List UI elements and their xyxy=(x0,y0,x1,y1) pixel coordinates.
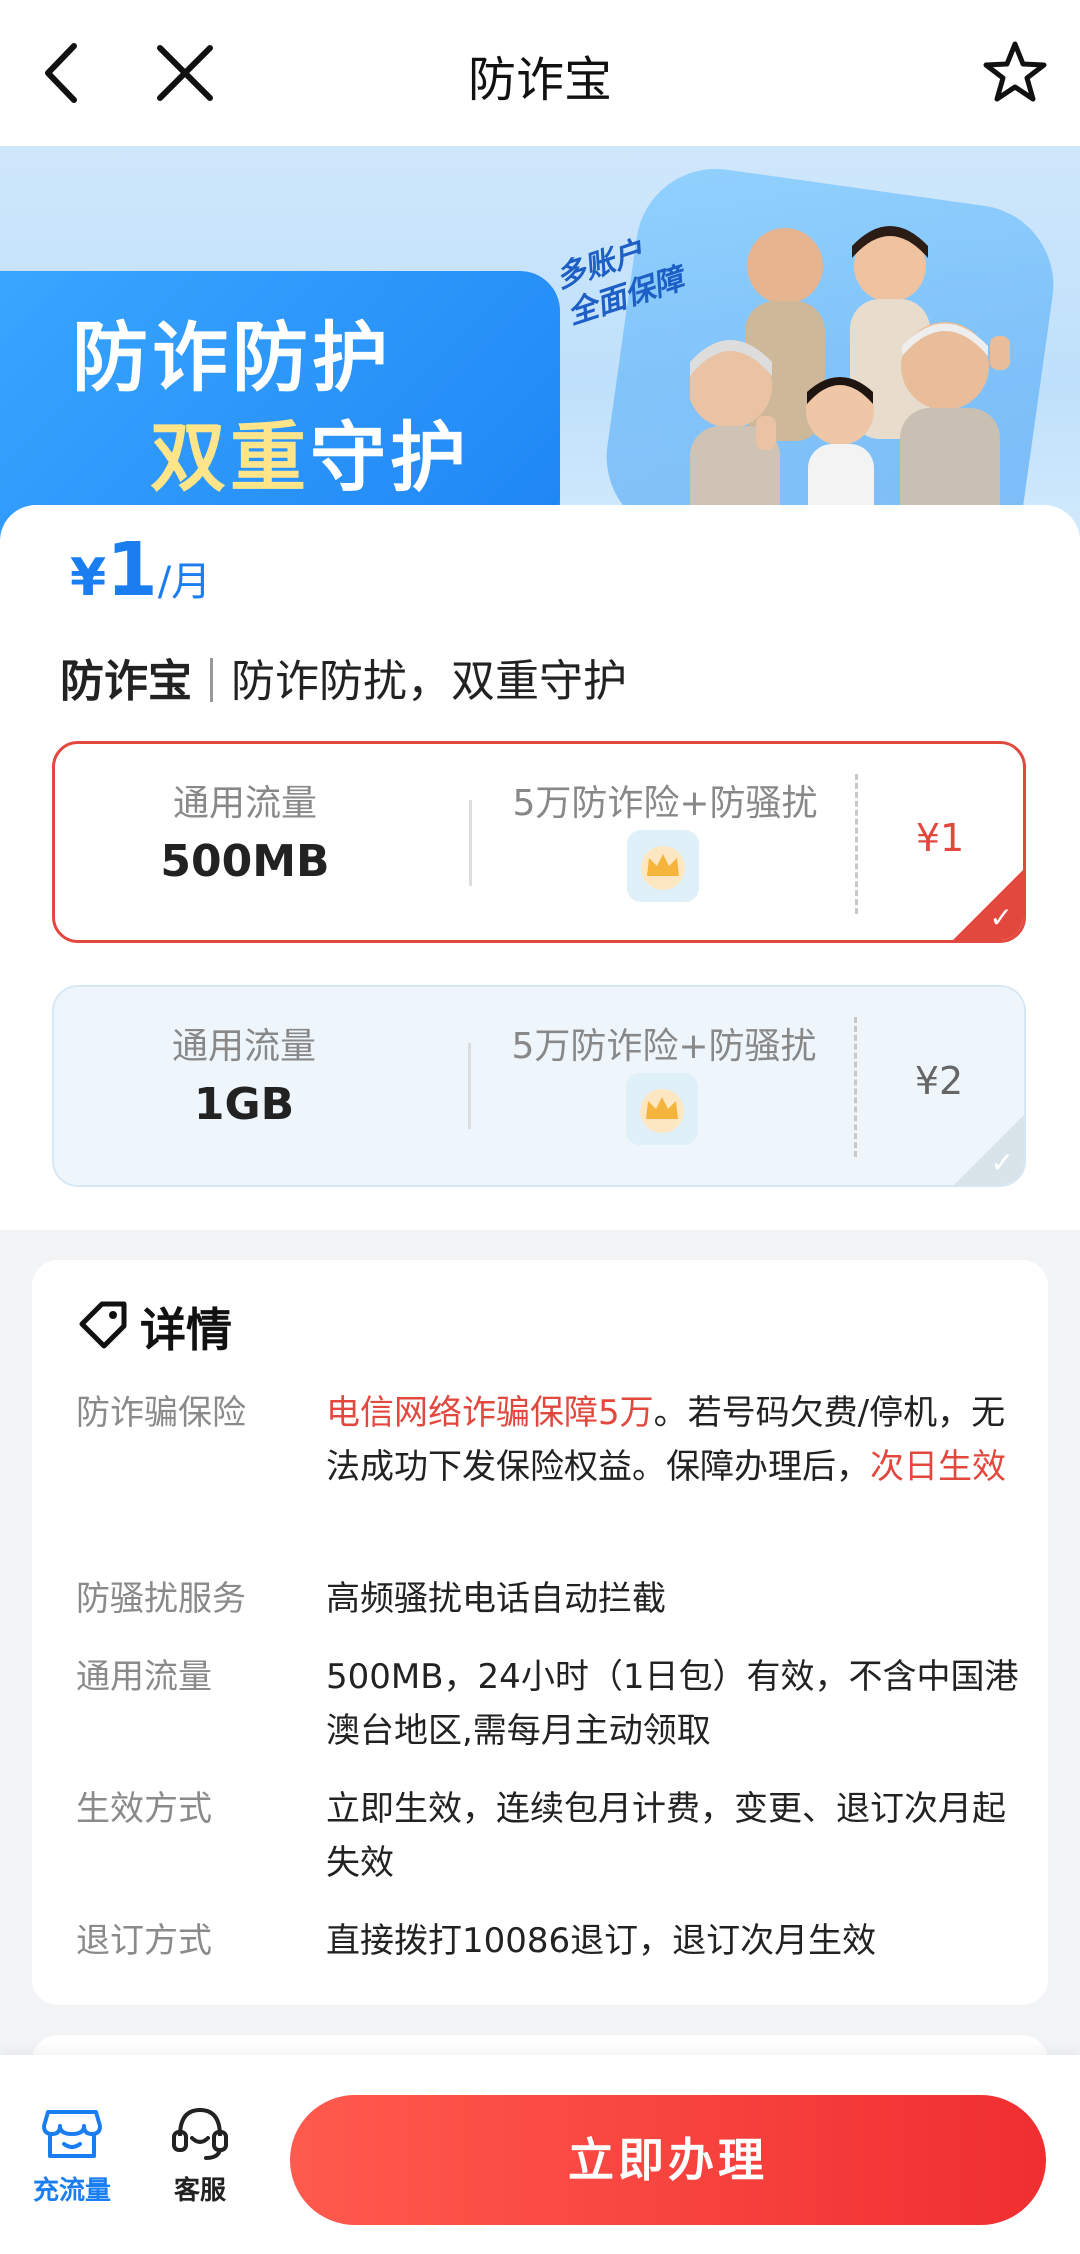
option-dashed-divider xyxy=(854,1017,857,1157)
option-data-value: 1GB xyxy=(193,1079,295,1130)
option-service-label: 5万防诈险+防骚扰 xyxy=(511,1026,817,1067)
detail-value: 立即生效，连续包月计费，变更、退订次月起失效 xyxy=(326,1789,1006,1883)
tab-label: 充流量 xyxy=(32,2176,111,2206)
check-icon: ✓ xyxy=(989,901,1013,934)
option-divider xyxy=(469,800,472,886)
check-icon: ✓ xyxy=(990,1146,1014,1179)
tab-customer-service[interactable]: 客服 xyxy=(140,2100,260,2207)
banner-slogan-line1: 防诈防护 xyxy=(72,313,392,402)
detail-value: 高频骚扰电话自动拦截 xyxy=(326,1579,666,1619)
detail-key: 防骚扰服务 xyxy=(76,1579,246,1619)
tab-recharge-data[interactable]: 充流量 xyxy=(12,2100,132,2207)
tag-icon xyxy=(79,1301,127,1349)
option-dashed-divider xyxy=(855,774,858,914)
price-unit: /月 xyxy=(157,559,212,605)
plan-option-500mb[interactable]: 通用流量 500MB 5万防诈险+防骚扰 ¥1 ✓ xyxy=(52,741,1026,943)
detail-highlight: 电信网络诈骗保障5万 xyxy=(326,1393,654,1433)
option-data-value: 500MB xyxy=(160,836,330,887)
option-divider xyxy=(468,1043,471,1129)
product-title: 防诈宝 防诈防扰，双重守护 xyxy=(60,645,627,709)
headset-icon xyxy=(172,2107,228,2160)
option-data-label: 通用流量 xyxy=(172,783,317,824)
detail-highlight: 次日生效 xyxy=(870,1447,1006,1487)
banner-slogan-highlight: 双重 xyxy=(150,413,310,502)
detail-value: 电信网络诈骗保障5万。若号码欠费/停机，无法成功下发保险权益。保障办理后，次日生… xyxy=(326,1386,1026,1494)
detail-row-unsubscribe: 退订方式 直接拨打10086退订，退订次月生效 xyxy=(76,1914,1016,1974)
page-title: 防诈宝 xyxy=(467,52,612,108)
crown-icon xyxy=(626,1073,698,1145)
product-name: 防诈宝 xyxy=(60,656,192,707)
detail-key: 通用流量 xyxy=(76,1657,212,1697)
details-title: 详情 xyxy=(140,1303,232,1357)
detail-key: 生效方式 xyxy=(76,1789,212,1829)
detail-row-effective: 生效方式 立即生效，连续包月计费，变更、退订次月起失效 xyxy=(76,1782,1016,1898)
tab-label: 客服 xyxy=(173,2176,226,2206)
banner-slogan-line2: 双重守护 xyxy=(150,396,470,506)
top-nav-bar: 防诈宝 xyxy=(0,0,1080,146)
detail-key: 防诈骗保险 xyxy=(76,1393,246,1433)
plan-option-1gb[interactable]: 通用流量 1GB 5万防诈险+防骚扰 ¥2 ✓ xyxy=(52,985,1026,1187)
price-display: ¥1/月 xyxy=(70,527,211,613)
subscribe-now-button[interactable]: 立即办理 xyxy=(290,2095,1046,2225)
product-tagline: 防诈防扰，双重守护 xyxy=(231,656,627,707)
banner-slogan-rest: 守护 xyxy=(310,413,470,502)
bottom-action-bar: 充流量 客服 立即办理 xyxy=(0,2055,1080,2254)
option-data-label: 通用流量 xyxy=(171,1026,316,1067)
detail-row-insurance: 防诈骗保险 电信网络诈骗保障5万。若号码欠费/停机，无法成功下发保险权益。保障办… xyxy=(76,1386,1016,1556)
product-card: ¥1/月 防诈宝 防诈防扰，双重守护 通用流量 500MB 5万防诈险+防骚扰 ¥… xyxy=(0,505,1080,1230)
price-currency: ¥ xyxy=(70,548,107,608)
title-divider xyxy=(210,658,213,702)
store-icon xyxy=(42,2110,102,2158)
price-value: 1 xyxy=(106,527,158,613)
option-price: ¥1 xyxy=(915,816,965,860)
details-card: 详情 防诈骗保险 电信网络诈骗保障5万。若号码欠费/停机，无法成功下发保险权益。… xyxy=(32,1260,1048,2005)
detail-value: 500MB，24小时（1日包）有效，不含中国港澳台地区,需每月主动领取 xyxy=(326,1657,1019,1751)
detail-key: 退订方式 xyxy=(76,1921,212,1961)
detail-value: 直接拨打10086退订，退订次月生效 xyxy=(326,1921,877,1961)
detail-row-data: 通用流量 500MB，24小时（1日包）有效，不含中国港澳台地区,需每月主动领取 xyxy=(76,1650,1018,1766)
detail-row-antiharass: 防骚扰服务 高频骚扰电话自动拦截 xyxy=(76,1572,1016,1632)
star-icon[interactable] xyxy=(980,38,1050,108)
crown-icon xyxy=(627,830,699,902)
option-price: ¥2 xyxy=(914,1059,964,1103)
option-service-label: 5万防诈险+防骚扰 xyxy=(512,783,818,824)
